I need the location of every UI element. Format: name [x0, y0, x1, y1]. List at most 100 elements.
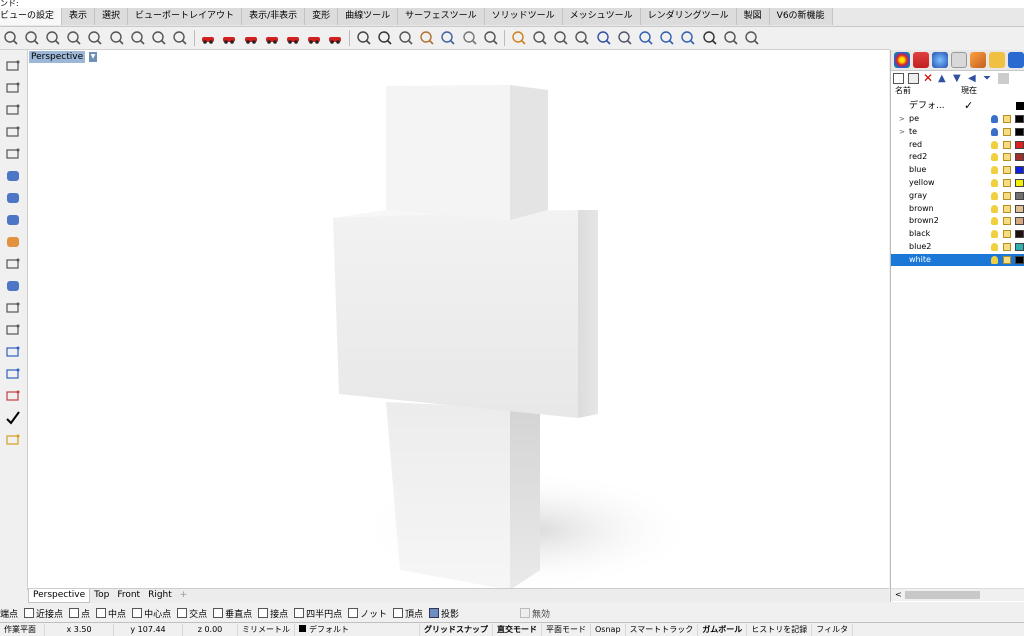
command-prompt[interactable]: ンド: [0, 0, 1024, 8]
select-icon[interactable] [532, 30, 548, 46]
osnap-10[interactable]: 頂点 [392, 607, 423, 620]
layer-row-brown2[interactable]: brown2 [891, 215, 1024, 227]
environment-icon[interactable] [462, 30, 478, 46]
move-icon[interactable] [574, 30, 590, 46]
settings-icon[interactable] [998, 72, 1009, 84]
menu-tab-1[interactable]: 表示 [62, 8, 96, 25]
visibility-bulb-icon[interactable] [991, 217, 998, 226]
lock-icon[interactable] [1003, 191, 1011, 200]
menu-tab-7[interactable]: サーフェスツール [398, 8, 485, 25]
layer-color-swatch[interactable] [1015, 230, 1024, 239]
layer-color-swatch[interactable] [1015, 179, 1024, 187]
scroll-left-arrow[interactable]: < [895, 589, 902, 601]
surface-icon[interactable] [5, 168, 21, 184]
layer-row-white[interactable]: white [891, 253, 1024, 266]
scroll-thumb[interactable] [905, 591, 980, 599]
visibility-bulb-icon[interactable] [991, 243, 998, 251]
zoom-window-icon[interactable] [45, 30, 61, 46]
viewport-tab-right[interactable]: Right [144, 589, 176, 602]
visibility-bulb-icon[interactable] [991, 179, 998, 187]
layer-color-swatch[interactable] [1015, 255, 1024, 264]
layer-row-black[interactable]: black [891, 228, 1024, 240]
layout-icon[interactable] [419, 30, 435, 46]
render-icon[interactable] [356, 30, 372, 46]
circle-icon[interactable] [5, 102, 21, 118]
rotate-icon[interactable] [680, 30, 696, 46]
osnap-checkbox[interactable] [24, 608, 35, 618]
menu-tab-2[interactable]: 選択 [95, 8, 129, 25]
current-layer[interactable]: デフォルト [295, 623, 420, 636]
named-views-icon[interactable] [172, 30, 188, 46]
layer-row-red[interactable]: red [891, 139, 1024, 151]
gumball-icon[interactable] [511, 30, 527, 46]
layer-color-swatch[interactable] [1015, 166, 1024, 175]
osnap-5[interactable]: 交点 [177, 607, 207, 620]
osnap-7[interactable]: 接点 [258, 607, 288, 620]
menu-tab-12[interactable]: V6の新機能 [769, 8, 833, 25]
zoom-selected-icon[interactable] [87, 30, 103, 46]
car-small-icon[interactable] [243, 30, 259, 46]
lock-icon[interactable] [1003, 255, 1011, 264]
viewport-tab-top[interactable]: Top [90, 589, 113, 602]
camera-icon[interactable] [377, 30, 393, 46]
lock-icon[interactable] [1003, 179, 1011, 187]
layer-color-swatch[interactable] [1015, 204, 1024, 213]
move-left-icon[interactable]: ◀ [968, 73, 979, 84]
transform-icon[interactable] [5, 322, 21, 338]
osnap-checkbox[interactable] [96, 608, 107, 618]
lock-icon[interactable] [1003, 127, 1011, 136]
lock-icon[interactable] [1003, 230, 1011, 239]
menu-tab-6[interactable]: 曲線ツール [338, 8, 399, 25]
check-icon[interactable] [5, 410, 21, 426]
lock-icon[interactable] [1003, 166, 1011, 175]
ortho-toggle[interactable]: 直交モード [493, 623, 542, 636]
mirror-icon[interactable] [5, 344, 21, 360]
materials-icon[interactable] [440, 30, 456, 46]
move-up-icon[interactable]: ▲ [938, 73, 949, 84]
layer-row-blue2[interactable]: blue2 [891, 241, 1024, 253]
car-coupe-icon[interactable] [327, 30, 343, 46]
osnap-0[interactable]: 端点 [0, 607, 18, 620]
layer-color-swatch[interactable] [1015, 140, 1024, 149]
layers-tab-icon[interactable] [913, 52, 929, 68]
folder-tab-icon[interactable] [989, 52, 1005, 68]
osnap-checkbox[interactable] [428, 608, 439, 618]
layer-color-swatch[interactable] [1015, 153, 1024, 162]
grid-snap-toggle[interactable]: グリッドスナップ [420, 623, 493, 636]
expand-icon[interactable]: > [899, 113, 905, 125]
visibility-bulb-icon[interactable] [991, 255, 998, 264]
rectangle-icon[interactable] [5, 124, 21, 140]
layer-color-swatch[interactable] [1015, 243, 1024, 251]
osnap-6[interactable]: 垂直点 [213, 607, 252, 620]
osnap-checkbox[interactable] [348, 608, 359, 618]
car-sedan-icon[interactable] [264, 30, 280, 46]
dimension-icon[interactable] [5, 366, 21, 382]
lock-icon[interactable] [1003, 204, 1011, 213]
osnap-toggle[interactable]: Osnap [591, 623, 626, 636]
osnap-checkbox[interactable] [213, 608, 224, 618]
layer-row-pe[interactable]: > pe [891, 113, 1024, 125]
osnap-11[interactable]: 投影 [428, 607, 459, 620]
layer-row-red2[interactable]: red2 [891, 151, 1024, 163]
materials-tab-icon[interactable] [970, 52, 986, 68]
layer-row-default[interactable]: デフォ... ✓ [891, 99, 1024, 113]
column-current[interactable]: 現在 [961, 85, 977, 96]
osnap-checkbox[interactable] [69, 608, 80, 618]
car-red-icon[interactable] [200, 30, 216, 46]
osnap-12[interactable]: 無効 [520, 607, 550, 620]
viewport-tab-perspective[interactable]: Perspective [28, 589, 91, 603]
menu-tab-4[interactable]: 表示/非表示 [242, 8, 306, 25]
history-toggle[interactable]: ヒストリを記録 [747, 623, 813, 636]
smart-track-toggle[interactable]: スマートトラック [626, 623, 699, 636]
osnap-checkbox[interactable] [520, 608, 530, 618]
osnap-checkbox[interactable] [258, 608, 269, 618]
car-tall-icon[interactable] [221, 30, 237, 46]
extrude-icon[interactable] [5, 256, 21, 272]
lock-icon[interactable] [1003, 153, 1011, 162]
filter-icon[interactable]: ⏷ [983, 73, 994, 84]
mesh-icon[interactable] [5, 212, 21, 228]
target-icon[interactable] [744, 30, 760, 46]
new-sublayer-icon[interactable] [908, 72, 919, 84]
menu-tab-11[interactable]: 製図 [736, 8, 770, 25]
light-icon[interactable] [723, 30, 739, 46]
